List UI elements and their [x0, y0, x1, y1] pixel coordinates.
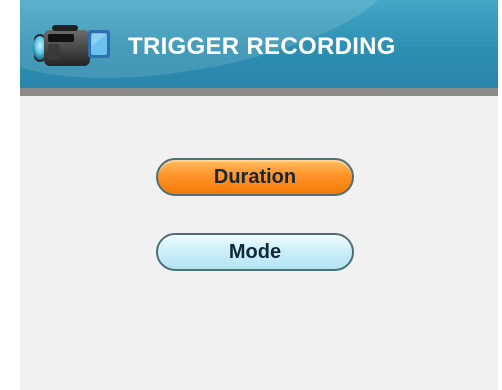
mode-button[interactable]: Mode [156, 233, 354, 271]
duration-button-label: Duration [213, 166, 297, 188]
duration-button[interactable]: Duration [156, 158, 354, 196]
mode-button-label: Mode [228, 241, 282, 263]
video-camera-icon [33, 25, 110, 66]
title-bar-divider [20, 88, 498, 96]
screen-title: TRIGGER RECORDING [128, 33, 396, 60]
title-bar: TRIGGER RECORDING [20, 0, 498, 106]
trigger-recording-screen: TRIGGER RECORDING Duration Mode [20, 0, 498, 390]
